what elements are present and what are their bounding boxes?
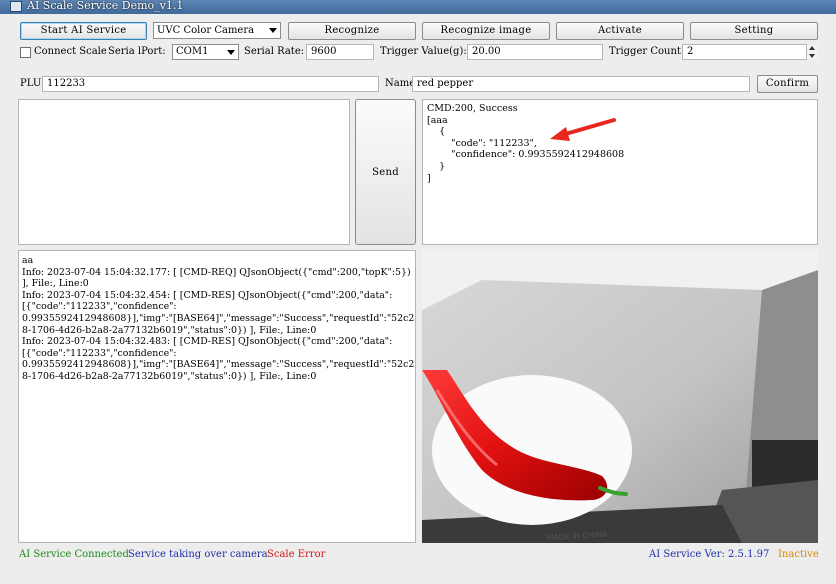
- trigger-count-spinner[interactable]: [806, 44, 818, 60]
- recognize-button[interactable]: Recognize: [288, 22, 416, 40]
- ai-service-status: AI Service Connected: [19, 549, 129, 560]
- trigger-value-label: Trigger Value(g):: [380, 46, 467, 57]
- response-line: CMD:200, Success: [427, 103, 518, 114]
- scale-status: Scale Error: [267, 549, 326, 560]
- version-label: AI Service Ver: 2.5.1.97: [649, 549, 770, 560]
- camera-image: MADE IN CHINA: [422, 250, 818, 543]
- response-line: [aaa: [427, 114, 448, 126]
- trigger-count-value: 2: [687, 46, 694, 57]
- response-line: ]: [427, 172, 431, 184]
- window-title: AI Scale Service Demo_v1.1: [27, 0, 184, 12]
- send-button[interactable]: Send: [355, 99, 416, 245]
- response-line: "confidence": 0.9935592412948608: [427, 149, 625, 161]
- plu-label: PLU:: [20, 78, 45, 89]
- serial-port-value: COM1: [176, 46, 209, 57]
- log-line: Info: 2023-07-04 15:04:32.177: [ [CMD-RE…: [22, 266, 411, 278]
- response-line: {: [427, 126, 446, 138]
- status-bar: AI Service Connected Service taking over…: [0, 545, 836, 567]
- camera-preview: MADE IN CHINA: [422, 250, 818, 543]
- spin-up-icon[interactable]: [809, 46, 815, 50]
- connect-scale-label: Connect Scale: [34, 46, 107, 57]
- trigger-value-input[interactable]: 20.00: [467, 44, 603, 60]
- log-panel[interactable]: aa Info: 2023-07-04 15:04:32.177: [ [CMD…: [18, 250, 416, 543]
- setting-button[interactable]: Setting: [690, 22, 818, 40]
- response-line: }: [427, 160, 446, 172]
- spin-down-icon[interactable]: [809, 54, 815, 58]
- trigger-count-label: Trigger Count:: [609, 46, 685, 57]
- connect-scale-checkbox[interactable]: [20, 47, 31, 58]
- plu-input[interactable]: 112233: [42, 76, 379, 92]
- log-line: 0.9935592412948608}],"img":"[BASE64]","m…: [22, 312, 416, 324]
- log-line: Info: 2023-07-04 15:04:32.483: [ [CMD-RE…: [22, 336, 393, 348]
- response-panel[interactable]: CMD:200, Success [aaa { "code": "112233"…: [422, 99, 818, 245]
- log-line: aa: [22, 255, 34, 266]
- log-line: 0.9935592412948608}],"img":"[BASE64]","m…: [22, 359, 416, 371]
- title-bar: AI Scale Service Demo_v1.1: [0, 0, 836, 14]
- log-line: [{"code":"112233","confidence":: [22, 301, 177, 313]
- serial-port-label: Seria lPort:: [108, 46, 166, 57]
- response-line: "code": "112233",: [427, 137, 537, 149]
- camera-select-value: UVC Color Camera: [157, 25, 255, 36]
- log-line: Info: 2023-07-04 15:04:32.454: [ [CMD-RE…: [22, 289, 393, 301]
- log-line: ], File:, Line:0: [22, 278, 89, 290]
- chevron-down-icon: [269, 28, 277, 33]
- recognize-image-button[interactable]: Recognize image: [422, 22, 550, 40]
- start-ai-service-button[interactable]: Start AI Service: [20, 22, 147, 40]
- command-input[interactable]: [18, 99, 350, 245]
- camera-select[interactable]: UVC Color Camera: [153, 22, 281, 39]
- log-line: 8-1706-4d26-b2a8-2a77132b6019","status":…: [22, 370, 317, 382]
- camera-status: Service taking over camera: [128, 549, 268, 560]
- serial-rate-label: Serial Rate:: [244, 46, 305, 57]
- activate-button[interactable]: Activate: [556, 22, 684, 40]
- log-line: 8-1706-4d26-b2a8-2a77132b6019","status":…: [22, 324, 317, 336]
- activation-status: Inactive: [778, 549, 819, 560]
- confirm-button[interactable]: Confirm: [757, 75, 818, 93]
- trigger-count-input[interactable]: 2: [682, 44, 818, 60]
- annotation-arrow-icon: [550, 118, 616, 141]
- serial-port-select[interactable]: COM1: [172, 44, 239, 60]
- log-line: [{"code":"112233","confidence":: [22, 347, 177, 359]
- chevron-down-icon: [227, 50, 235, 55]
- app-icon: [10, 1, 22, 12]
- serial-rate-input[interactable]: 9600: [306, 44, 374, 60]
- name-input[interactable]: red pepper: [412, 76, 750, 92]
